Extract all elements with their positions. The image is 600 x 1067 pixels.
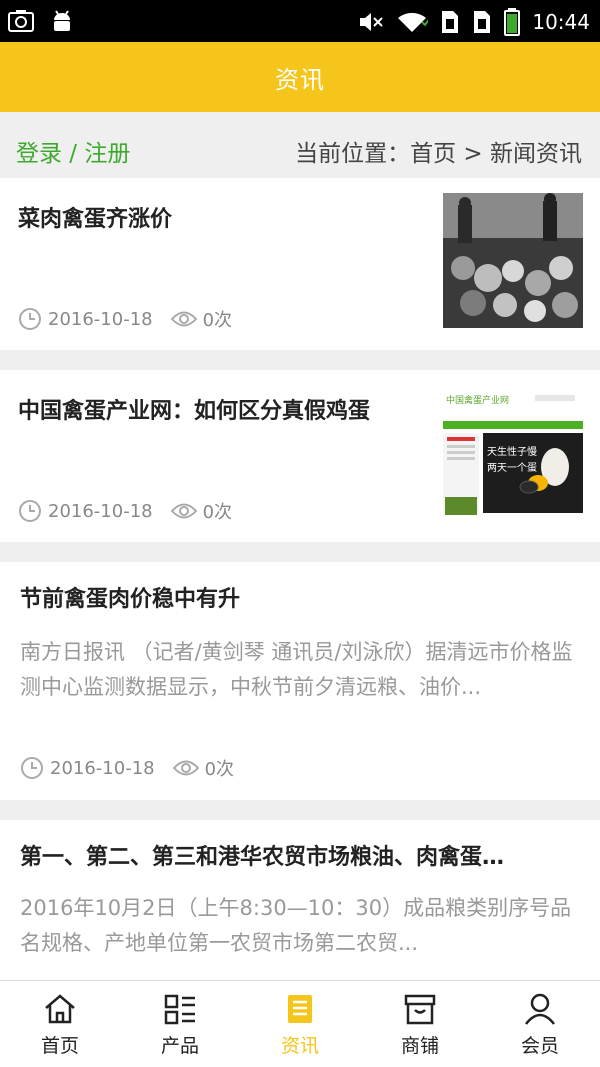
news-icon bbox=[288, 995, 312, 1023]
article-views: 0次 bbox=[204, 759, 235, 780]
app-header: 资讯 bbox=[0, 42, 600, 112]
android-icon bbox=[54, 10, 70, 31]
tab-news[interactable]: 资讯 bbox=[240, 981, 360, 1067]
sim1-icon bbox=[442, 11, 459, 33]
tab-label: 产品 bbox=[160, 1035, 199, 1057]
market-photo bbox=[443, 193, 583, 328]
article-title[interactable]: 中国禽蛋产业网：如何区分真假鸡蛋 bbox=[18, 396, 418, 428]
tab-member[interactable]: 会员 bbox=[480, 981, 600, 1067]
tab-label: 会员 bbox=[520, 1035, 559, 1057]
clock-icon bbox=[19, 500, 41, 522]
article-title[interactable]: 菜肉禽蛋齐涨价 bbox=[18, 204, 418, 236]
eye-icon bbox=[170, 311, 197, 327]
article-views: 0次 bbox=[202, 502, 233, 523]
tab-products[interactable]: 产品 bbox=[120, 981, 240, 1067]
thumb-slogan-1: 天生性子慢 bbox=[487, 445, 537, 458]
tab-label: 商铺 bbox=[400, 1035, 439, 1057]
article-thumbnail[interactable]: 中国禽蛋产业网 天生性子慢 两天一个蛋 bbox=[443, 385, 583, 520]
clock-icon bbox=[19, 308, 41, 330]
article-views: 0次 bbox=[202, 310, 233, 331]
article-meta: 2016-10-18 0次 bbox=[18, 306, 232, 332]
tab-home[interactable]: 首页 bbox=[0, 981, 120, 1067]
article-title[interactable]: 第一、第二、第三和港华农贸市场粮油、肉禽蛋… bbox=[20, 842, 580, 874]
article-date: 2016-10-18 bbox=[50, 757, 155, 779]
eye-icon bbox=[172, 760, 199, 776]
shop-icon bbox=[404, 994, 436, 1025]
article-card[interactable]: 节前禽蛋肉价稳中有升 南方日报讯 （记者/黄剑琴 通讯员/刘泳欣）据清远市价格监… bbox=[0, 562, 600, 800]
wifi-icon bbox=[398, 12, 429, 32]
breadcrumb-bar: 登录 / 注册 当前位置：首页 > 新闻资讯 bbox=[0, 112, 600, 178]
page-title: 资讯 bbox=[275, 65, 325, 94]
tab-shops[interactable]: 商铺 bbox=[360, 981, 480, 1067]
article-title[interactable]: 节前禽蛋肉价稳中有升 bbox=[20, 584, 240, 616]
website-screenshot: 中国禽蛋产业网 天生性子慢 两天一个蛋 bbox=[443, 385, 583, 520]
product-grid-icon bbox=[164, 994, 195, 1025]
article-summary: 2016年10月2日（上午8:30—10：30）成品粮类别序号品名规格、产地单位… bbox=[20, 896, 572, 955]
user-icon bbox=[525, 993, 555, 1025]
clock-icon bbox=[21, 757, 43, 779]
sim2-icon bbox=[474, 11, 491, 33]
article-summary: 南方日报讯 （记者/黄剑琴 通讯员/刘泳欣）据清远市价格监测中心监测数据显示，中… bbox=[20, 640, 573, 699]
thumb-slogan-2: 两天一个蛋 bbox=[487, 462, 537, 474]
article-card[interactable]: 菜肉禽蛋齐涨价 2016-10-18 0次 bbox=[0, 178, 600, 350]
login-register-link[interactable]: 登录 / 注册 bbox=[16, 134, 130, 168]
mute-icon bbox=[360, 13, 384, 31]
thumb-site-name: 中国禽蛋产业网 bbox=[446, 394, 509, 406]
article-thumbnail[interactable] bbox=[443, 193, 583, 328]
camera-icon bbox=[8, 10, 34, 32]
article-date: 2016-10-18 bbox=[48, 500, 153, 522]
article-meta: 2016-10-18 0次 bbox=[18, 498, 232, 524]
breadcrumb: 当前位置：首页 > 新闻资讯 bbox=[295, 141, 582, 167]
bottom-nav: 首页 产品 资讯 商铺 会员 bbox=[0, 980, 600, 1067]
home-icon bbox=[45, 994, 75, 1024]
article-meta: 2016-10-18 0次 bbox=[20, 755, 234, 781]
tab-label: 首页 bbox=[40, 1035, 79, 1057]
battery-icon bbox=[504, 8, 521, 36]
eye-icon bbox=[170, 503, 197, 519]
article-date: 2016-10-18 bbox=[48, 308, 153, 330]
status-bar: 10:44 bbox=[0, 0, 600, 42]
article-card[interactable]: 中国禽蛋产业网：如何区分真假鸡蛋 2016-10-18 0次 中国禽蛋产业网 天… bbox=[0, 370, 600, 542]
tab-label: 资讯 bbox=[280, 1035, 319, 1057]
status-time: 10:44 bbox=[532, 10, 590, 34]
